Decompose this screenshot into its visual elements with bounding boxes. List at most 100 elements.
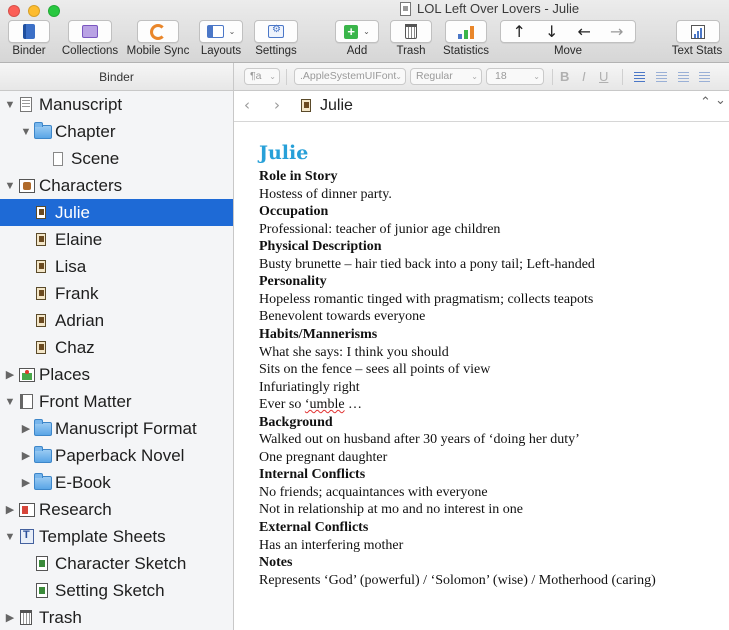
disclosure-expanded-icon[interactable]: ▼ xyxy=(4,180,16,192)
disclosure-expanded-icon[interactable]: ▼ xyxy=(4,99,16,111)
disclosure-collapsed-icon[interactable]: ▶ xyxy=(4,611,16,624)
bold-button[interactable]: B xyxy=(560,69,569,84)
underline-button[interactable]: U xyxy=(599,69,608,84)
move-up-button[interactable]: ↑ xyxy=(513,23,526,40)
statistics-button-label: Statistics xyxy=(442,45,490,57)
disclosure-collapsed-icon[interactable]: ▶ xyxy=(4,503,16,516)
move-left-button[interactable]: ← xyxy=(578,23,591,40)
previous-document-button[interactable]: ⌃ xyxy=(700,95,711,110)
binder-item-trash[interactable]: ▶ Trash xyxy=(0,604,233,630)
binder-item-label: Chaz xyxy=(55,337,95,357)
binder-item-label: Manuscript xyxy=(39,94,123,114)
paragraph-style-select[interactable]: ¶a ⌄ xyxy=(244,68,280,85)
binder-item-label: Julie xyxy=(55,202,90,222)
binder-item-research[interactable]: ▶ Research xyxy=(0,496,233,523)
move-button-group: ↑ ↓ ← → xyxy=(500,20,636,43)
text-stats-icon xyxy=(691,24,705,39)
add-button[interactable]: + ⌄ xyxy=(335,20,379,43)
move-down-button[interactable]: ↓ xyxy=(545,23,558,40)
binder-item-label: Adrian xyxy=(55,310,105,330)
disclosure-collapsed-icon[interactable]: ▶ xyxy=(20,449,32,462)
document-text-line: Hopeless romantic tinged with pragmatism… xyxy=(259,291,594,307)
trash-button[interactable] xyxy=(390,20,432,43)
paragraph-style-value: ¶a xyxy=(250,70,262,82)
front-matter-icon xyxy=(20,394,33,409)
binder-item-frank[interactable]: Frank xyxy=(0,280,233,307)
nav-forward-button[interactable]: › xyxy=(274,96,280,114)
binder-item-label: Research xyxy=(39,499,112,519)
separator xyxy=(286,69,287,85)
binder-item-label: Setting Sketch xyxy=(55,580,165,600)
document-icon xyxy=(53,151,63,166)
document-text-line: Hostess of dinner party. xyxy=(259,186,392,202)
binder-item-lisa[interactable]: Lisa xyxy=(0,253,233,280)
next-document-button[interactable]: ⌄ xyxy=(715,93,726,108)
binder-item-scene[interactable]: Scene xyxy=(0,145,233,172)
collections-button[interactable] xyxy=(68,20,112,43)
document-section-heading: Notes xyxy=(259,555,293,571)
align-center-icon[interactable] xyxy=(656,72,667,82)
binder-item-adrian[interactable]: Adrian xyxy=(0,307,233,334)
disclosure-expanded-icon[interactable]: ▼ xyxy=(4,396,16,408)
binder-item-label: Characters xyxy=(39,175,123,195)
binder-item-manuscript-format[interactable]: ▶ Manuscript Format xyxy=(0,415,233,442)
binder-item-setting-sketch[interactable]: Setting Sketch xyxy=(0,577,233,604)
binder-item-elaine[interactable]: Elaine xyxy=(0,226,233,253)
mobile-sync-button[interactable] xyxy=(137,20,179,43)
align-right-icon[interactable] xyxy=(678,72,689,82)
binder-item-paperback-novel[interactable]: ▶ Paperback Novel xyxy=(0,442,233,469)
editor-text-area[interactable]: Julie Role in Story Hostess of dinner par… xyxy=(234,122,729,630)
disclosure-collapsed-icon[interactable]: ▶ xyxy=(20,476,32,489)
binder-item-character-sketch[interactable]: Character Sketch xyxy=(0,550,233,577)
editor-document-title[interactable]: Julie xyxy=(320,97,353,115)
font-family-select[interactable]: .AppleSystemUIFont ⌄ xyxy=(294,68,406,85)
binder-item-manuscript[interactable]: ▼ Manuscript xyxy=(0,91,233,118)
disclosure-collapsed-icon[interactable]: ▶ xyxy=(20,422,32,435)
disclosure-collapsed-icon[interactable]: ▶ xyxy=(4,368,16,381)
font-style-select[interactable]: Regular ⌄ xyxy=(410,68,482,85)
binder-item-julie[interactable]: Julie xyxy=(0,199,233,226)
add-button-label: Add xyxy=(346,45,368,57)
window-title: LOL Left Over Lovers - Julie xyxy=(400,1,579,16)
move-right-button[interactable]: → xyxy=(610,23,623,40)
chevron-down-icon: ⌄ xyxy=(228,27,236,36)
document-text-line: One pregnant daughter xyxy=(259,449,388,465)
font-size-select[interactable]: 18 ⌄ xyxy=(486,68,544,85)
editor-header: ‹ › Julie ⌃ ⌄ xyxy=(234,91,729,122)
binder-toggle-button[interactable] xyxy=(8,20,50,43)
character-card-icon xyxy=(36,314,46,327)
document-text-line: Not in relationship at mo and no interes… xyxy=(259,502,524,518)
text-stats-button[interactable] xyxy=(676,20,720,43)
zoom-window-button[interactable] xyxy=(48,5,60,17)
settings-button[interactable] xyxy=(254,20,298,43)
minimize-window-button[interactable] xyxy=(28,5,40,17)
layouts-button[interactable]: ⌄ xyxy=(199,20,243,43)
binder-item-e-book[interactable]: ▶ E-Book xyxy=(0,469,233,496)
collections-icon xyxy=(82,25,98,38)
binder-item-characters[interactable]: ▼ Characters xyxy=(0,172,233,199)
italic-button[interactable]: I xyxy=(582,69,586,84)
disclosure-expanded-icon[interactable]: ▼ xyxy=(20,126,32,138)
disclosure-expanded-icon[interactable]: ▼ xyxy=(4,531,16,543)
binder-item-chaz[interactable]: Chaz xyxy=(0,334,233,361)
separator xyxy=(622,69,623,85)
align-left-icon[interactable] xyxy=(634,72,645,82)
statistics-button[interactable] xyxy=(445,20,487,43)
trash-button-label: Trash xyxy=(396,45,426,57)
spelling-error-mark[interactable]: ‘umble xyxy=(305,397,345,412)
binder-item-front-matter[interactable]: ▼ Front Matter xyxy=(0,388,233,415)
close-window-button[interactable] xyxy=(8,5,20,17)
document-section-heading: Physical Description xyxy=(259,239,382,255)
trash-icon xyxy=(20,610,32,625)
binder-item-chapter[interactable]: ▼ Chapter xyxy=(0,118,233,145)
document-text-line: No friends; acquaintances with everyone xyxy=(259,484,488,500)
binder-item-label: Trash xyxy=(39,607,82,627)
binder-button-label: Binder xyxy=(12,45,46,57)
binder-item-places[interactable]: ▶ Places xyxy=(0,361,233,388)
align-justify-icon[interactable] xyxy=(699,72,710,82)
text-stats-button-label: Text Stats xyxy=(671,45,723,57)
binder-item-template-sheets[interactable]: ▼ Template Sheets xyxy=(0,523,233,550)
font-family-value: .AppleSystemUIFont xyxy=(300,70,397,82)
nav-back-button[interactable]: ‹ xyxy=(244,96,250,114)
characters-folder-icon xyxy=(19,178,35,193)
